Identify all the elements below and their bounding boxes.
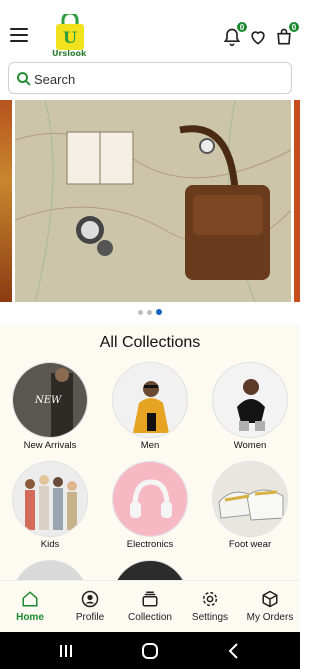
collection-icon — [142, 591, 158, 607]
nav-profile[interactable]: Profile — [60, 581, 120, 633]
previous-banner-peek — [0, 100, 12, 302]
collection-card-women[interactable]: Women — [206, 362, 294, 460]
nav-collection[interactable]: Collection — [120, 581, 180, 633]
collection-card-partial[interactable] — [112, 560, 188, 580]
carousel-dot-active[interactable] — [156, 309, 162, 315]
nav-settings[interactable]: Settings — [180, 581, 240, 633]
svg-text:NEW: NEW — [34, 395, 62, 406]
banner-image[interactable] — [15, 100, 291, 302]
map-travel-image — [15, 100, 291, 302]
collection-card-partial[interactable] — [12, 560, 88, 580]
collection-image — [112, 461, 188, 537]
collection-card-new-arrivals[interactable]: NEW New Arrivals — [6, 362, 94, 460]
nav-label: Home — [16, 612, 44, 623]
nav-label: Collection — [128, 612, 172, 623]
collection-card-kids[interactable]: Kids — [6, 461, 94, 559]
next-banner-peek — [294, 100, 300, 302]
wishlist-button[interactable] — [248, 27, 268, 47]
profile-icon — [81, 590, 99, 608]
notification-badge: 0 — [236, 21, 248, 33]
search-bar[interactable] — [8, 62, 292, 94]
collection-image — [212, 362, 288, 438]
system-navigation-bar — [0, 632, 300, 669]
nav-home[interactable]: Home — [0, 581, 60, 633]
search-icon — [17, 72, 31, 86]
collection-label: Women — [233, 440, 267, 451]
section-title: All Collections — [99, 334, 201, 351]
nav-label: Settings — [191, 612, 229, 623]
collection-label: Foot wear — [228, 539, 272, 550]
collection-card-men[interactable]: Men — [106, 362, 194, 460]
collection-card-electronics[interactable]: Electronics — [106, 461, 194, 559]
cart-badge: 0 — [288, 21, 300, 33]
collection-image — [12, 461, 88, 537]
notification-button[interactable]: 0 — [222, 21, 248, 47]
menu-icon[interactable] — [10, 28, 28, 44]
svg-text:U: U — [63, 28, 77, 47]
promo-banner-carousel[interactable] — [0, 100, 300, 302]
recent-apps-icon[interactable] — [58, 643, 74, 659]
collection-image — [12, 560, 88, 580]
carousel-indicator — [0, 309, 300, 315]
urslook-logo: U — [56, 14, 84, 50]
nav-my-orders[interactable]: My Orders — [240, 581, 300, 633]
collection-card-footwear[interactable]: Foot wear — [206, 461, 294, 559]
nav-label: Profile — [75, 612, 105, 623]
settings-icon — [202, 591, 218, 607]
nav-label: My Orders — [246, 612, 294, 623]
app-header: U Urslook 0 0 — [0, 0, 300, 58]
logo-text: Urslook — [52, 49, 87, 58]
heart-icon — [251, 31, 265, 45]
collection-image — [112, 560, 188, 580]
collection-label: Electronics — [126, 539, 174, 550]
collection-label: Kids — [40, 539, 60, 550]
collection-label: New Arrivals — [23, 440, 77, 451]
orders-icon — [262, 590, 278, 608]
collection-label: Men — [140, 440, 160, 451]
bottom-navigation: Home Profile Collection Settings My Orde… — [0, 580, 300, 632]
back-icon[interactable] — [226, 642, 242, 660]
cart-button[interactable]: 0 — [274, 21, 300, 47]
collection-image — [212, 461, 288, 537]
home-icon — [22, 591, 38, 607]
home-system-icon[interactable] — [141, 642, 159, 660]
collection-image: NEW — [12, 362, 88, 438]
collection-image — [112, 362, 188, 438]
carousel-dot[interactable] — [138, 310, 143, 315]
search-input[interactable] — [34, 69, 274, 89]
carousel-dot[interactable] — [147, 310, 152, 315]
